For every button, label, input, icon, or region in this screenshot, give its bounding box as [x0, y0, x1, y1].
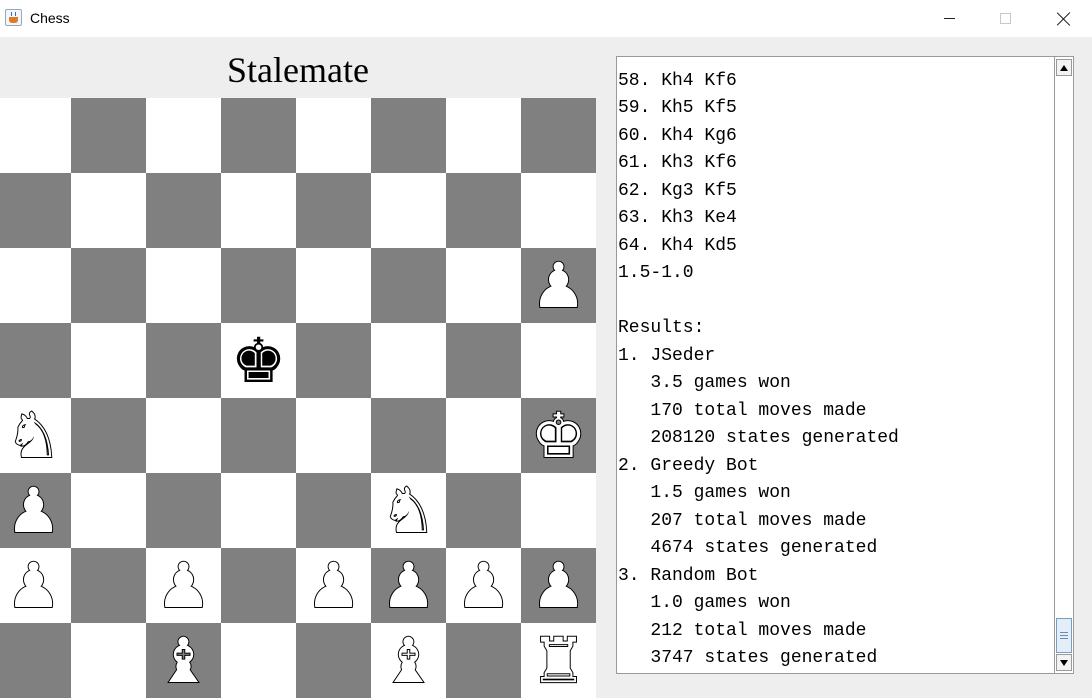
arrow-down-icon — [1060, 659, 1068, 666]
move-log-panel[interactable]: 57. Kh5 Kf5 58. Kh4 Kf6 59. Kh5 Kf5 60. … — [616, 56, 1074, 674]
square-g8[interactable] — [446, 98, 521, 173]
square-g3[interactable] — [446, 473, 521, 548]
square-f4[interactable] — [371, 398, 446, 473]
square-h1[interactable]: ♜ — [521, 623, 596, 698]
square-h5[interactable] — [521, 323, 596, 398]
square-a8[interactable] — [0, 98, 71, 173]
white-king-icon[interactable]: ♚ — [530, 398, 588, 473]
square-b7[interactable] — [71, 173, 146, 248]
white-knight-icon[interactable]: ♞ — [5, 398, 63, 473]
scrollbar-thumb[interactable] — [1056, 618, 1072, 653]
square-a3[interactable]: ♟ — [0, 473, 71, 548]
scroll-down-button[interactable] — [1056, 654, 1072, 671]
square-d4[interactable] — [221, 398, 296, 473]
square-a2[interactable]: ♟ — [0, 548, 71, 623]
java-icon — [5, 9, 22, 26]
square-b4[interactable] — [71, 398, 146, 473]
square-c2[interactable]: ♟ — [146, 548, 221, 623]
game-status-label: Stalemate — [227, 50, 369, 90]
white-pawn-icon[interactable]: ♟ — [5, 473, 63, 548]
white-knight-icon[interactable]: ♞ — [380, 473, 438, 548]
white-pawn-icon[interactable]: ♟ — [155, 548, 213, 623]
square-e5[interactable] — [296, 323, 371, 398]
white-pawn-icon[interactable]: ♟ — [305, 548, 363, 623]
square-d1[interactable] — [221, 623, 296, 698]
maximize-icon — [999, 13, 1011, 24]
square-a4[interactable]: ♞ — [0, 398, 71, 473]
square-c4[interactable] — [146, 398, 221, 473]
white-pawn-icon[interactable]: ♟ — [5, 548, 63, 623]
square-f6[interactable] — [371, 248, 446, 323]
square-h8[interactable] — [521, 98, 596, 173]
square-f1[interactable]: ♝ — [371, 623, 446, 698]
square-c5[interactable] — [146, 323, 221, 398]
square-a1[interactable] — [0, 623, 71, 698]
square-h6[interactable]: ♟ — [521, 248, 596, 323]
square-b5[interactable] — [71, 323, 146, 398]
square-a6[interactable] — [0, 248, 71, 323]
minimize-icon — [943, 18, 955, 19]
square-e8[interactable] — [296, 98, 371, 173]
square-d2[interactable] — [221, 548, 296, 623]
white-pawn-icon[interactable]: ♟ — [380, 548, 438, 623]
square-f8[interactable] — [371, 98, 446, 173]
square-e7[interactable] — [296, 173, 371, 248]
arrow-up-icon — [1060, 64, 1068, 71]
square-h3[interactable] — [521, 473, 596, 548]
white-pawn-icon[interactable]: ♟ — [530, 248, 588, 323]
square-e1[interactable] — [296, 623, 371, 698]
square-e6[interactable] — [296, 248, 371, 323]
square-d5[interactable]: ♚ — [221, 323, 296, 398]
window-titlebar: Chess — [0, 0, 1092, 37]
square-b2[interactable] — [71, 548, 146, 623]
square-c1[interactable]: ♝ — [146, 623, 221, 698]
square-d8[interactable] — [221, 98, 296, 173]
white-bishop-icon[interactable]: ♝ — [380, 623, 438, 698]
move-log-text: 57. Kh5 Kf5 58. Kh4 Kf6 59. Kh5 Kf5 60. … — [618, 57, 899, 668]
square-g7[interactable] — [446, 173, 521, 248]
square-g4[interactable] — [446, 398, 521, 473]
square-c7[interactable] — [146, 173, 221, 248]
square-g2[interactable]: ♟ — [446, 548, 521, 623]
white-pawn-icon[interactable]: ♟ — [530, 548, 588, 623]
square-f2[interactable]: ♟ — [371, 548, 446, 623]
square-a5[interactable] — [0, 323, 71, 398]
square-f5[interactable] — [371, 323, 446, 398]
square-d6[interactable] — [221, 248, 296, 323]
square-f7[interactable] — [371, 173, 446, 248]
square-h4[interactable]: ♚ — [521, 398, 596, 473]
square-c3[interactable] — [146, 473, 221, 548]
square-h2[interactable]: ♟ — [521, 548, 596, 623]
white-bishop-icon[interactable]: ♝ — [155, 623, 213, 698]
square-c8[interactable] — [146, 98, 221, 173]
scroll-up-button[interactable] — [1056, 59, 1072, 76]
square-e2[interactable]: ♟ — [296, 548, 371, 623]
square-b1[interactable] — [71, 623, 146, 698]
log-scrollbar[interactable] — [1054, 57, 1073, 673]
square-h7[interactable] — [521, 173, 596, 248]
square-b6[interactable] — [71, 248, 146, 323]
square-g1[interactable] — [446, 623, 521, 698]
square-d7[interactable] — [221, 173, 296, 248]
square-f3[interactable]: ♞ — [371, 473, 446, 548]
square-c6[interactable] — [146, 248, 221, 323]
minimize-button[interactable] — [921, 0, 977, 37]
square-g5[interactable] — [446, 323, 521, 398]
square-e4[interactable] — [296, 398, 371, 473]
white-rook-icon[interactable]: ♜ — [530, 623, 588, 698]
square-b3[interactable] — [71, 473, 146, 548]
maximize-button[interactable] — [977, 0, 1033, 37]
square-e3[interactable] — [296, 473, 371, 548]
square-d3[interactable] — [221, 473, 296, 548]
window-title: Chess — [30, 10, 70, 26]
square-a7[interactable] — [0, 173, 71, 248]
square-b8[interactable] — [71, 98, 146, 173]
chess-board[interactable]: ♟ ♚ ♞ ♚ ♟ ♞ ♟ ♟ ♟ ♟ ♟ ♟ ♝ ♝ ♜ — [0, 98, 596, 698]
white-pawn-icon[interactable]: ♟ — [455, 548, 513, 623]
close-button[interactable] — [1036, 0, 1092, 37]
black-king-icon[interactable]: ♚ — [231, 323, 287, 398]
close-icon — [1057, 12, 1071, 26]
square-g6[interactable] — [446, 248, 521, 323]
